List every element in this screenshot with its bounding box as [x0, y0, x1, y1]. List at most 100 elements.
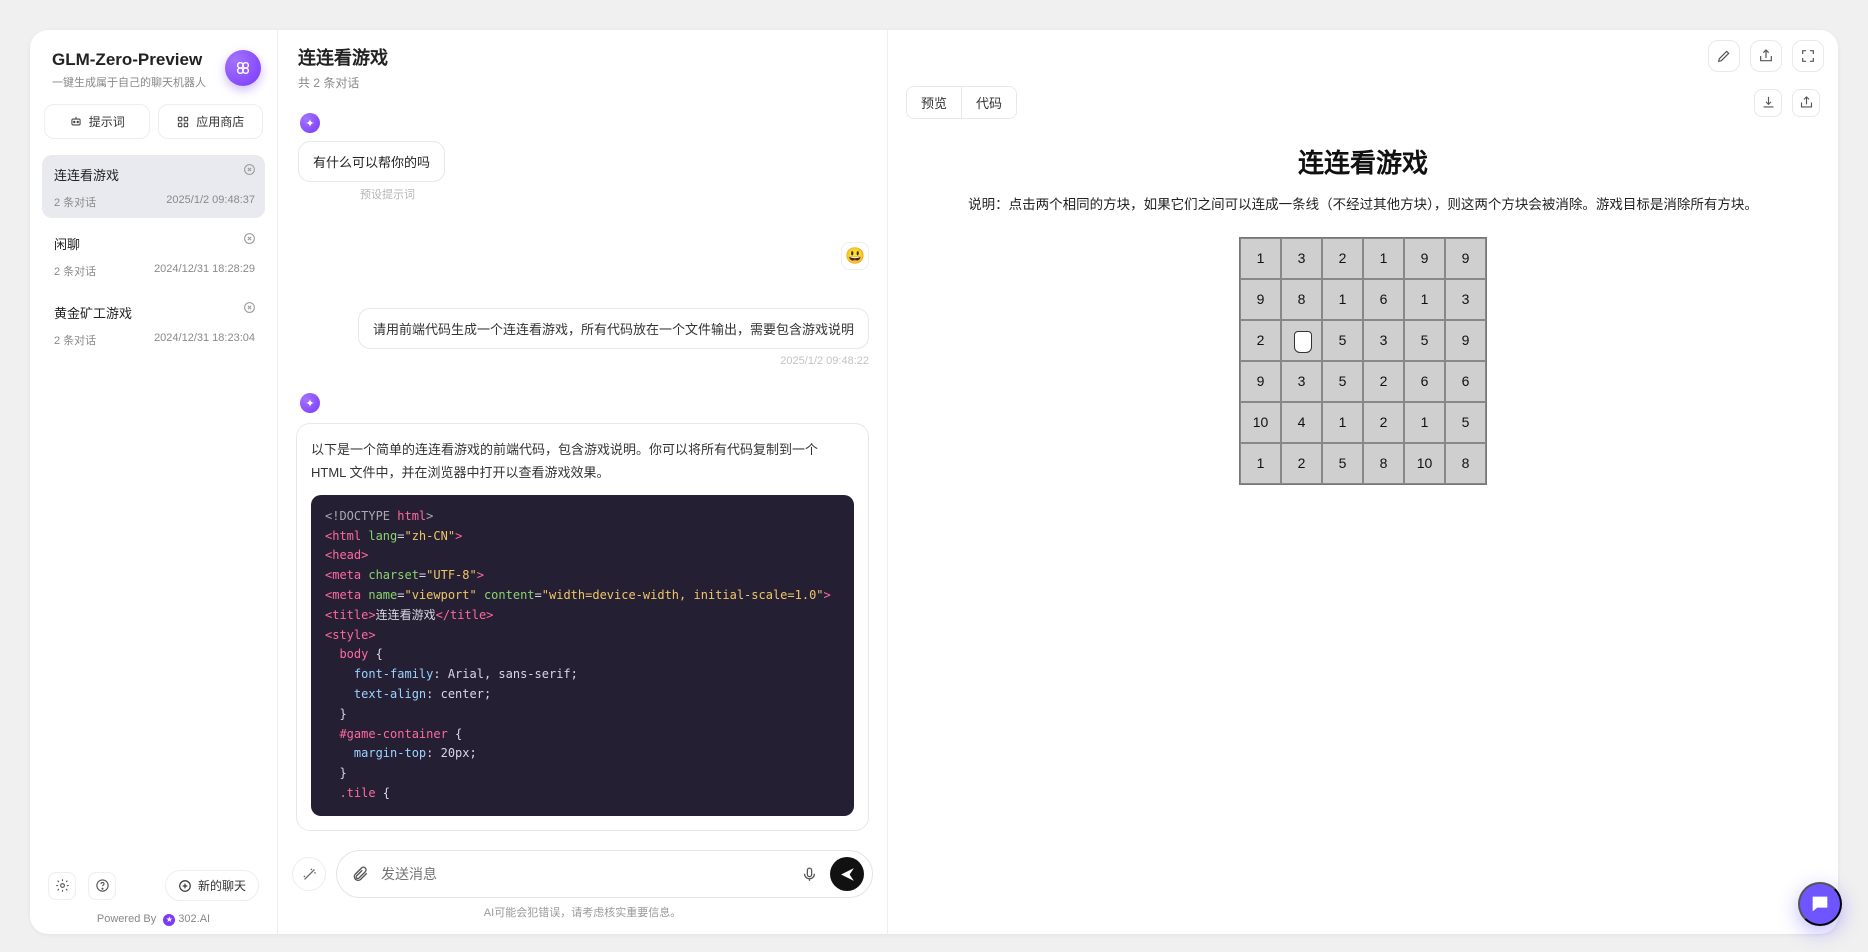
game-cell[interactable]: 8 [1363, 443, 1404, 484]
tab-preview-label: 预览 [921, 96, 947, 111]
game-cell[interactable]: 2 [1322, 238, 1363, 279]
user-emoji-row: 😃 [296, 242, 869, 270]
game-cell[interactable]: 9 [1240, 361, 1281, 402]
game-cell[interactable]: 5 [1322, 443, 1363, 484]
composer: AI可能会犯错误，请考虑核实重要信息。 [278, 840, 887, 934]
robot-icon [69, 115, 83, 129]
game-cell[interactable]: 6 [1445, 361, 1486, 402]
conversation-title: 闲聊 [54, 234, 255, 253]
code-block[interactable]: <!DOCTYPE html> <html lang="zh-CN"> <hea… [311, 495, 854, 816]
user-bubble: 请用前端代码生成一个连连看游戏，所有代码放在一个文件输出，需要包含游戏说明 [358, 308, 869, 349]
settings-button[interactable] [48, 872, 76, 900]
game-cell[interactable]: 1 [1404, 279, 1445, 320]
preview-title: 连连看游戏 [906, 143, 1820, 180]
game-cell[interactable]: 3 [1445, 279, 1486, 320]
new-chat-button[interactable]: 新的聊天 [165, 870, 259, 901]
conversation-item[interactable]: 连连看游戏 2 条对话 2025/1/2 09:48:37 [42, 155, 265, 218]
game-cell[interactable]: 3 [1281, 238, 1322, 279]
download-button[interactable] [1754, 89, 1782, 117]
game-cell[interactable] [1281, 320, 1322, 361]
game-cell[interactable]: 1 [1404, 402, 1445, 443]
game-cell[interactable]: 1 [1240, 238, 1281, 279]
grid-icon [176, 115, 190, 129]
game-cell[interactable]: 5 [1445, 402, 1486, 443]
magic-button[interactable] [292, 857, 326, 891]
game-cell[interactable]: 5 [1322, 320, 1363, 361]
preview-pane: 连连看游戏 说明：点击两个相同的方块，如果它们之间可以连成一条线（不经过其他方块… [888, 119, 1838, 934]
game-cell[interactable]: 1 [1322, 402, 1363, 443]
conversation-item[interactable]: 黄金矿工游戏 2 条对话 2024/12/31 18:23:04 [42, 293, 265, 356]
game-cell[interactable]: 2 [1281, 443, 1322, 484]
help-button[interactable] [88, 872, 116, 900]
share-icon [1758, 48, 1774, 64]
delete-icon[interactable] [241, 299, 257, 315]
share-mini-button[interactable] [1792, 89, 1820, 117]
powered-prefix: Powered By [97, 913, 156, 925]
powered-brand: 302.AI [178, 913, 210, 925]
game-cell[interactable]: 1 [1240, 443, 1281, 484]
pencil-icon [1716, 48, 1732, 64]
new-chat-label: 新的聊天 [198, 877, 246, 894]
chat-column: 连连看游戏 共 2 条对话 ✦ 有什么可以帮你的吗 预设提示词 😃 请用前端代码… [278, 30, 888, 934]
delete-icon[interactable] [241, 230, 257, 246]
game-cell[interactable]: 9 [1404, 238, 1445, 279]
game-cell[interactable]: 8 [1281, 279, 1322, 320]
floating-chat-button[interactable] [1798, 882, 1842, 926]
game-cell[interactable]: 4 [1281, 402, 1322, 443]
code-content: <!DOCTYPE html> <html lang="zh-CN"> <hea… [311, 495, 854, 816]
send-button[interactable] [830, 857, 864, 891]
expand-icon [1800, 48, 1816, 64]
game-cell[interactable]: 3 [1363, 320, 1404, 361]
assistant-intro-text: 以下是一个简单的连连看游戏的前端代码，包含游戏说明。你可以将所有代码复制到一个 … [311, 438, 854, 485]
attach-button[interactable] [349, 863, 371, 885]
conversation-count: 2 条对话 [54, 332, 96, 348]
delete-icon[interactable] [241, 161, 257, 177]
game-cell[interactable]: 9 [1240, 279, 1281, 320]
mic-icon [801, 866, 818, 883]
game-cell[interactable]: 1 [1322, 279, 1363, 320]
chat-header: 连连看游戏 共 2 条对话 [278, 30, 887, 101]
chat-subtitle: 共 2 条对话 [298, 74, 887, 91]
game-cell[interactable]: 2 [1363, 402, 1404, 443]
game-cell[interactable]: 8 [1445, 443, 1486, 484]
plus-circle-icon [178, 879, 192, 893]
conversation-time: 2024/12/31 18:23:04 [154, 332, 255, 348]
share-button[interactable] [1750, 40, 1782, 72]
conversation-count: 2 条对话 [54, 194, 96, 210]
game-cell[interactable]: 3 [1281, 361, 1322, 402]
preview-description: 说明：点击两个相同的方块，如果它们之间可以连成一条线（不经过其他方块），则这两个… [914, 194, 1812, 217]
game-cell[interactable]: 10 [1240, 402, 1281, 443]
preset-note: 预设提示词 [360, 186, 869, 202]
tab-prompt[interactable]: 提示词 [44, 104, 150, 139]
mic-button[interactable] [798, 863, 820, 885]
conversation-list: 连连看游戏 2 条对话 2025/1/2 09:48:37 闲聊 2 条对话 2… [42, 149, 265, 356]
game-cell[interactable]: 9 [1445, 238, 1486, 279]
sidebar-tabs: 提示词 应用商店 [42, 104, 265, 149]
game-cell[interactable]: 5 [1322, 361, 1363, 402]
game-cell[interactable]: 6 [1404, 361, 1445, 402]
assistant-avatar-icon: ✦ [300, 113, 320, 133]
tab-code-label: 代码 [976, 96, 1002, 111]
conversation-item[interactable]: 闲聊 2 条对话 2024/12/31 18:28:29 [42, 224, 265, 287]
game-board: 1321999816132535993526610412151258108 [1239, 237, 1487, 485]
brand-dot-icon: ★ [163, 914, 175, 926]
game-cell[interactable]: 10 [1404, 443, 1445, 484]
game-cell[interactable]: 5 [1404, 320, 1445, 361]
game-cell[interactable]: 2 [1240, 320, 1281, 361]
tab-appstore[interactable]: 应用商店 [158, 104, 264, 139]
tab-preview[interactable]: 预览 [907, 87, 961, 118]
composer-input-wrap [336, 850, 873, 898]
game-cell[interactable]: 2 [1363, 361, 1404, 402]
assistant-avatar-icon: ✦ [300, 393, 320, 413]
edit-button[interactable] [1708, 40, 1740, 72]
game-cell[interactable]: 1 [1363, 238, 1404, 279]
preview-tabs-row: 预览 代码 [888, 82, 1838, 119]
expand-button[interactable] [1792, 40, 1824, 72]
user-avatar-emoji: 😃 [841, 242, 869, 270]
message-input[interactable] [381, 866, 788, 882]
wand-icon [301, 866, 318, 883]
chat-scroll[interactable]: ✦ 有什么可以帮你的吗 预设提示词 😃 请用前端代码生成一个连连看游戏，所有代码… [278, 101, 887, 840]
tab-code[interactable]: 代码 [961, 87, 1016, 118]
game-cell[interactable]: 9 [1445, 320, 1486, 361]
game-cell[interactable]: 6 [1363, 279, 1404, 320]
